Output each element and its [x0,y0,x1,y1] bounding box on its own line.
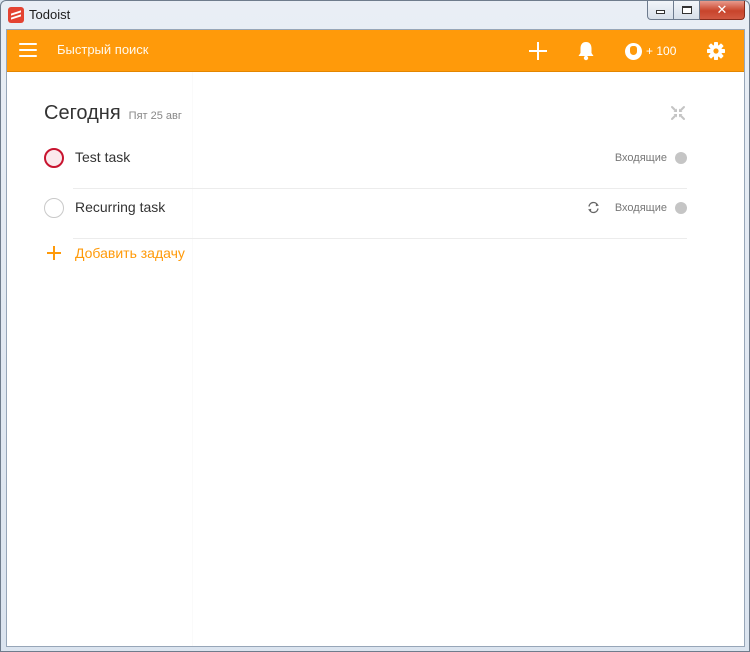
view-header: Сегодня Пят 25 авг [44,102,182,125]
minimize-button[interactable] [647,1,674,20]
bell-icon [578,42,594,61]
karma-button[interactable]: + 100 [625,41,676,61]
maximize-icon [681,6,692,14]
task-checkbox[interactable] [44,198,64,218]
page-title: Сегодня [44,102,121,124]
window-title: Todoist [29,7,71,22]
hamburger-icon [19,55,37,57]
hamburger-icon [19,49,37,51]
app-client-area: Быстрый поиск + 100 Сегодня Пят 25 авг T… [6,29,745,647]
maximize-button[interactable] [674,1,700,20]
task-item[interactable]: Test task Входящие [43,139,687,189]
collapse-icon [671,106,685,120]
hamburger-icon [19,43,37,45]
quick-find-input[interactable]: Быстрый поиск [57,42,149,57]
menu-button[interactable] [19,43,37,58]
top-bar: Быстрый поиск + 100 [7,30,744,71]
todoist-app-icon [8,7,24,23]
task-divider [73,238,687,239]
page-date: Пят 25 авг [128,110,182,122]
gear-icon [707,42,725,60]
close-icon: ✕ [716,2,728,18]
task-item[interactable]: Recurring task Входящие [43,189,687,239]
add-task-label: Добавить задачу [75,245,185,261]
task-content[interactable]: Recurring task [75,199,165,215]
karma-icon [625,42,642,60]
collapse-button[interactable] [670,105,686,121]
title-bar[interactable]: Todoist ✕ [1,1,749,29]
app-window: Todoist ✕ Быстрый поиск + 100 Сегодня Пя… [0,0,750,652]
add-task-button[interactable] [527,40,549,62]
project-color-dot [675,152,687,164]
repeat-icon [588,201,599,214]
plus-icon [47,246,61,260]
task-project-label[interactable]: Входящие [615,202,667,214]
settings-button[interactable] [705,40,727,62]
task-checkbox[interactable] [44,148,64,168]
task-project-label[interactable]: Входящие [615,152,667,164]
karma-score: + 100 [646,44,677,58]
close-button[interactable]: ✕ [700,1,745,20]
project-color-dot [675,202,687,214]
minimize-icon [656,10,665,14]
notifications-button[interactable] [576,40,596,62]
window-controls: ✕ [647,1,745,20]
add-task-link[interactable]: Добавить задачу [47,243,185,263]
task-content[interactable]: Test task [75,149,130,165]
